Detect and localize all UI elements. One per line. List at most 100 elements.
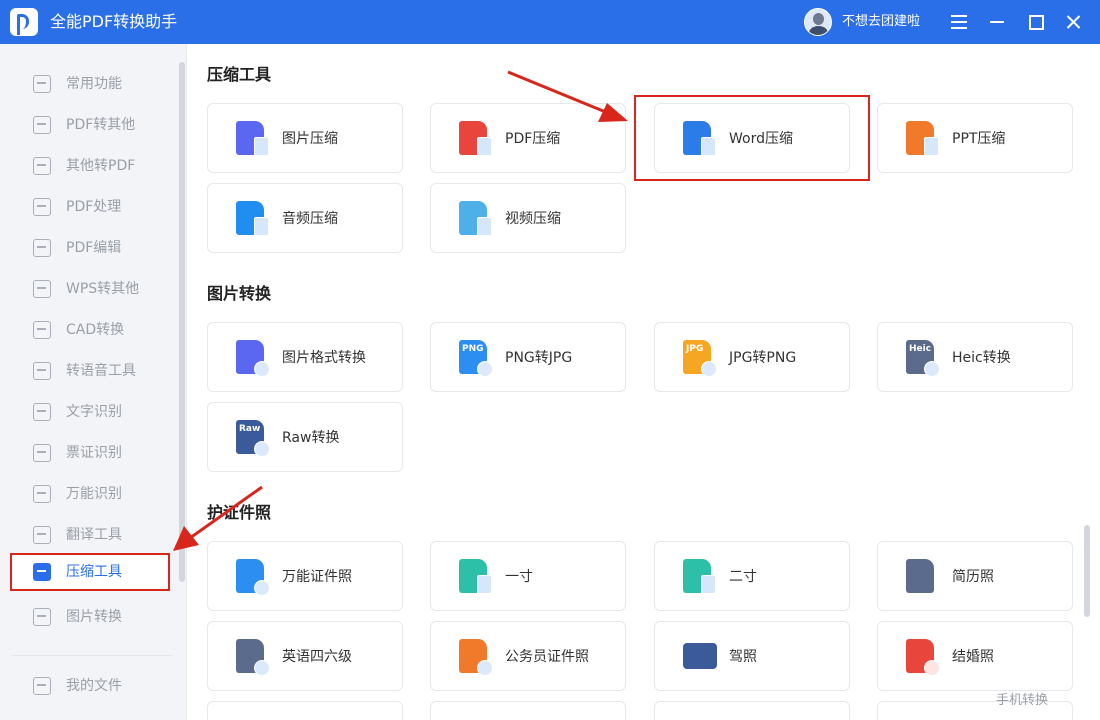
sidebar-item-label: 文字识别	[66, 404, 122, 420]
card-one-inch[interactable]: 一寸	[430, 541, 626, 611]
card-civil-servant[interactable]: 公务员证件照	[430, 621, 626, 691]
sidebar-item-label: 压缩工具	[66, 564, 122, 580]
sidebar-item-other-to-pdf[interactable]: 其他转PDF	[10, 147, 170, 185]
resume-icon	[906, 559, 934, 593]
card-label: 一寸	[505, 569, 533, 585]
camera-badge-icon	[477, 660, 493, 676]
card-png-to-jpg[interactable]: PNG PNG转JPG	[430, 322, 626, 392]
sidebar-item-pdf-process[interactable]: PDF处理	[10, 188, 170, 226]
pdf-import-icon	[33, 157, 51, 175]
sidebar-item-common[interactable]: 常用功能	[10, 65, 170, 103]
card-pdf-compress[interactable]: PDF压缩	[430, 103, 626, 173]
card-image-format[interactable]: 图片格式转换	[207, 322, 403, 392]
text-to-speech-icon	[33, 362, 51, 380]
sidebar-item-wps[interactable]: WPS转其他	[10, 270, 170, 308]
zip-badge-icon	[254, 137, 269, 156]
card-label: 图片压缩	[282, 131, 338, 147]
card-image-compress[interactable]: 图片压缩	[207, 103, 403, 173]
camera-badge-icon	[254, 580, 270, 596]
user-avatar[interactable]	[804, 8, 832, 36]
card-driver-license[interactable]: 驾照	[654, 621, 850, 691]
card-heic[interactable]: Heic Heic转换	[877, 322, 1073, 392]
card-ppt-compress[interactable]: PPT压缩	[877, 103, 1073, 173]
heart-badge-icon	[924, 660, 940, 676]
content-scrollbar[interactable]	[1084, 525, 1090, 617]
card-label: PPT压缩	[952, 131, 1006, 147]
card-english-exam[interactable]: 英语四六级	[207, 621, 403, 691]
section-title-compress: 压缩工具	[207, 65, 272, 84]
pdf-edit-icon	[33, 239, 51, 257]
card-marriage[interactable]: 结婚照	[877, 621, 1073, 691]
card-raw[interactable]: Raw Raw转换	[207, 402, 403, 472]
sidebar-item-ticket[interactable]: 票证识别	[10, 434, 170, 472]
sidebar-item-label: 翻译工具	[66, 527, 122, 543]
card-label: PDF压缩	[505, 131, 561, 147]
sidebar-scrollbar[interactable]	[179, 62, 185, 582]
zip-badge-icon	[254, 217, 269, 236]
card-two-inch[interactable]: 二寸	[654, 541, 850, 611]
size-badge-icon	[477, 575, 492, 594]
card-video-compress[interactable]: 视频压缩	[430, 183, 626, 253]
mobile-convert-link[interactable]: 手机转换	[996, 693, 1048, 709]
sidebar-item-ocr[interactable]: 文字识别	[10, 393, 170, 431]
card-label: 简历照	[952, 569, 994, 585]
folder-icon	[33, 677, 51, 695]
card-id-photo[interactable]: 万能证件照	[207, 541, 403, 611]
sidebar-item-label: 转语音工具	[66, 363, 136, 379]
sidebar-item-image-convert[interactable]: 图片转换	[10, 598, 170, 636]
app-logo	[10, 8, 38, 36]
sidebar-item-label: PDF处理	[66, 199, 122, 215]
sidebar-item-label: CAD转换	[66, 322, 125, 338]
file-type-text: Raw	[239, 424, 261, 434]
app-title: 全能PDF转换助手	[50, 12, 178, 31]
card-jpg-to-png[interactable]: JPG JPG转PNG	[654, 322, 850, 392]
sidebar-item-compress[interactable]: 压缩工具	[10, 553, 170, 591]
card-label: 音频压缩	[282, 211, 338, 227]
highlight-box-word-compress	[634, 95, 870, 181]
translate-icon	[33, 526, 51, 544]
card-label: 公务员证件照	[505, 649, 589, 665]
card-label: 英语四六级	[282, 649, 352, 665]
zip-badge-icon	[477, 137, 492, 156]
username[interactable]: 不想去团建啦	[842, 13, 920, 31]
convert-badge-icon	[254, 441, 270, 457]
zip-badge-icon	[924, 137, 939, 156]
card-partial[interactable]	[654, 701, 850, 720]
card-resume[interactable]: 简历照	[877, 541, 1073, 611]
minimize-icon[interactable]	[985, 10, 1009, 34]
sidebar-item-my-files[interactable]: 我的文件	[10, 667, 170, 705]
card-label: Raw转换	[282, 430, 340, 446]
card-partial[interactable]	[430, 701, 626, 720]
card-label: PNG转JPG	[505, 350, 573, 366]
maximize-icon[interactable]	[1023, 10, 1047, 34]
camera-badge-icon	[254, 660, 270, 676]
sidebar-item-pdf-edit[interactable]: PDF编辑	[10, 229, 170, 267]
card-label: 二寸	[729, 569, 757, 585]
close-icon[interactable]	[1061, 10, 1085, 34]
pdf-export-icon	[33, 116, 51, 134]
card-label: 图片格式转换	[282, 350, 366, 366]
file-type-text: Heic	[909, 344, 932, 354]
ocr-icon	[33, 403, 51, 421]
card-label: 万能证件照	[282, 569, 352, 585]
pdf-process-icon	[33, 198, 51, 216]
sidebar-item-cad[interactable]: CAD转换	[10, 311, 170, 349]
sidebar-item-universal-recognition[interactable]: 万能识别	[10, 475, 170, 513]
convert-badge-icon	[477, 361, 493, 377]
sidebar-item-label: 我的文件	[66, 678, 122, 694]
sidebar-item-translate[interactable]: 翻译工具	[10, 516, 170, 554]
sidebar: 常用功能 PDF转其他 其他转PDF PDF处理 PDF编辑 WPS转其他 CA…	[0, 44, 187, 720]
sidebar-item-tts[interactable]: 转语音工具	[10, 352, 170, 390]
zip-icon	[33, 563, 51, 581]
image-convert-icon	[33, 608, 51, 626]
card-partial[interactable]	[207, 701, 403, 720]
file-type-text: JPG	[686, 344, 704, 354]
card-label: 驾照	[729, 649, 757, 665]
sidebar-item-label: WPS转其他	[66, 281, 140, 297]
card-audio-compress[interactable]: 音频压缩	[207, 183, 403, 253]
sidebar-item-pdf-to-other[interactable]: PDF转其他	[10, 106, 170, 144]
menu-icon[interactable]	[947, 10, 971, 34]
size-badge-icon	[701, 575, 716, 594]
sidebar-item-label: 图片转换	[66, 609, 122, 625]
main-content: 压缩工具 图片压缩 PDF压缩 Word压缩 PPT压缩 音频压缩 视频压缩 图…	[187, 44, 1100, 720]
